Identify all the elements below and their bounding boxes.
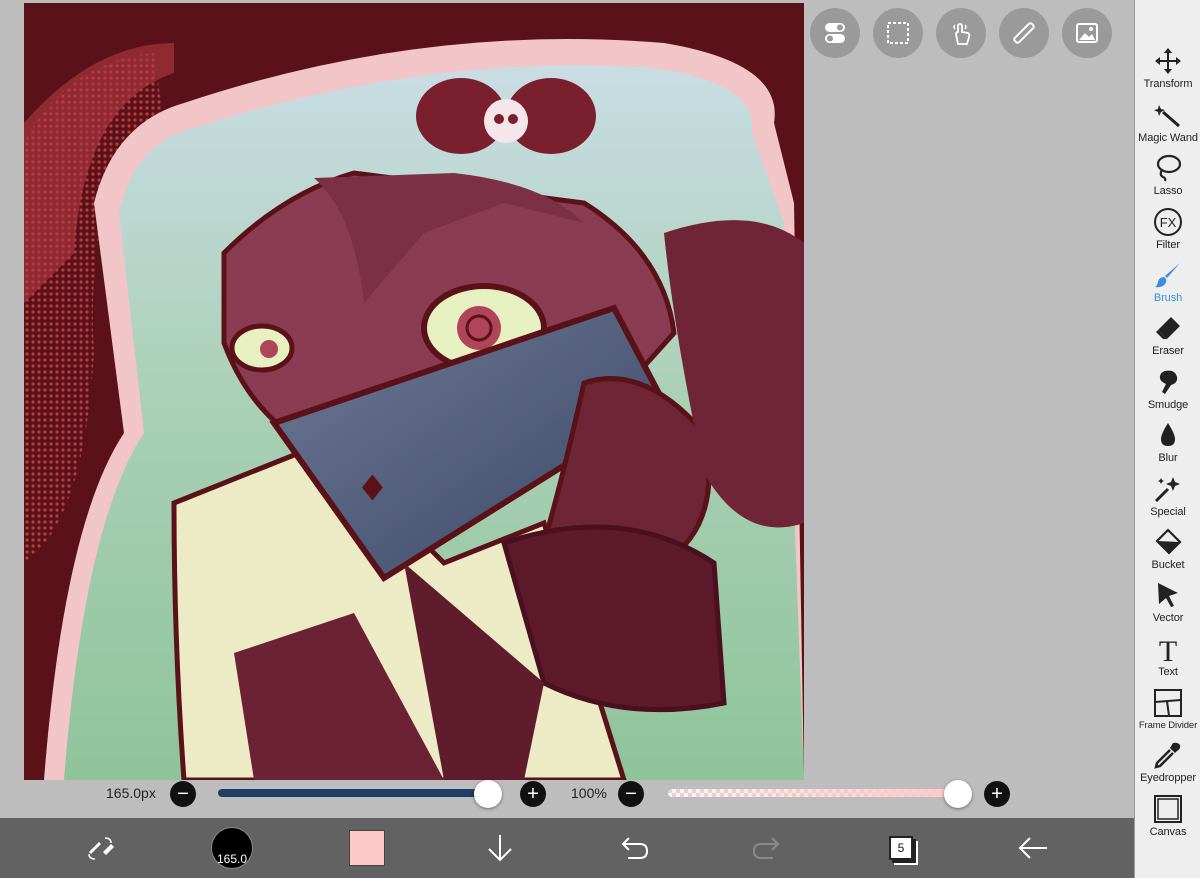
plus-icon: +	[991, 783, 1003, 805]
lasso-icon	[1156, 155, 1182, 182]
brush-size-preview: 165.0	[211, 827, 253, 869]
tool-lasso[interactable]: Lasso	[1135, 147, 1200, 200]
bucket-icon	[1155, 528, 1182, 555]
top-tool-buttons	[810, 8, 1112, 58]
artwork	[24, 3, 804, 780]
size-slider-knob[interactable]	[474, 780, 503, 808]
opacity-increase-button[interactable]: +	[984, 781, 1010, 807]
touch-gesture-button[interactable]	[936, 8, 986, 58]
size-decrease-button[interactable]: −	[170, 781, 196, 807]
svg-text:T: T	[1159, 635, 1177, 664]
size-slider-track[interactable]	[218, 789, 494, 797]
drop-icon	[1161, 423, 1175, 447]
color-picker-button[interactable]	[348, 828, 386, 868]
brush-size-value: 165.0px	[106, 785, 156, 801]
svg-text:FX: FX	[1160, 215, 1177, 230]
tool-label: Frame Divider	[1138, 720, 1198, 732]
tool-label: Brush	[1153, 291, 1183, 304]
canvas-icon	[1154, 794, 1182, 823]
eraser-icon	[1156, 317, 1180, 340]
tool-smudge[interactable]: Smudge	[1135, 360, 1200, 413]
undo-button[interactable]	[617, 828, 651, 868]
tool-label: Lasso	[1153, 185, 1183, 198]
plus-icon: +	[527, 783, 539, 805]
tool-brush[interactable]: Brush	[1135, 254, 1200, 307]
frame-divider-icon	[1154, 689, 1182, 718]
tool-label: Special	[1150, 505, 1186, 518]
tool-canvas[interactable]: Canvas	[1135, 787, 1200, 840]
import-button[interactable]	[483, 828, 517, 868]
opacity-slider-knob[interactable]	[944, 780, 972, 808]
tool-label: Magic Wand	[1138, 131, 1198, 144]
tool-transform[interactable]: Transform	[1135, 40, 1200, 93]
opacity-value: 100%	[571, 785, 607, 801]
brush-slider-row: 165.0px − + 100% − +	[0, 780, 1134, 818]
back-button[interactable]	[1015, 828, 1051, 868]
selection-button[interactable]	[873, 8, 923, 58]
ruler-icon	[1013, 22, 1035, 44]
move-icon	[1155, 48, 1181, 75]
minus-icon: −	[177, 783, 189, 805]
cursor-icon	[1158, 583, 1178, 608]
brush-eraser-swap-button[interactable]	[84, 828, 118, 868]
tool-label: Eraser	[1152, 345, 1184, 358]
text-icon: T	[1159, 635, 1177, 664]
tool-label: Canvas	[1149, 825, 1187, 838]
current-color-swatch	[349, 830, 385, 866]
tool-label: Vector	[1152, 612, 1184, 625]
tool-label: Blur	[1158, 452, 1178, 465]
brush-size-text: 165.0	[216, 852, 248, 866]
sparkle-icon	[1154, 476, 1180, 502]
eyedropper-icon	[1154, 743, 1181, 770]
tool-label: Bucket	[1151, 558, 1185, 571]
fx-icon: FX	[1154, 207, 1182, 236]
size-increase-button[interactable]: +	[520, 781, 546, 807]
brush-icon	[1155, 262, 1180, 288]
tool-bucket[interactable]: Bucket	[1135, 521, 1200, 574]
smudge-icon	[1159, 370, 1178, 394]
tool-label: Filter	[1156, 238, 1180, 251]
tool-label: Transform	[1143, 78, 1193, 91]
tool-magic-wand[interactable]: Magic Wand	[1135, 93, 1200, 146]
tool-special[interactable]: Special	[1135, 467, 1200, 520]
tool-label: Smudge	[1147, 398, 1189, 411]
tool-frame-divider[interactable]: Frame Divider	[1135, 681, 1200, 734]
tool-label: Eyedropper	[1140, 772, 1196, 785]
hand-touch-icon	[953, 23, 971, 45]
swap-tools-icon	[88, 837, 114, 860]
redo-button[interactable]	[750, 828, 784, 868]
undo-icon	[621, 837, 649, 859]
drawing-canvas[interactable]	[24, 3, 804, 780]
image-button[interactable]	[1062, 8, 1112, 58]
tool-vector[interactable]: Vector	[1135, 574, 1200, 627]
minus-icon: −	[625, 783, 637, 805]
tool-filter[interactable]: FX Filter	[1135, 200, 1200, 253]
dashed-select-icon	[887, 22, 909, 44]
tool-label: Text	[1158, 665, 1178, 678]
tool-eyedropper[interactable]: Eyedropper	[1135, 734, 1200, 787]
arrow-left-icon	[1018, 837, 1047, 859]
image-icon	[1076, 23, 1098, 43]
opacity-slider-track[interactable]	[668, 789, 958, 797]
arrow-down-icon	[488, 835, 512, 862]
layer-count: 5	[897, 841, 905, 855]
layers-button[interactable]: 5	[884, 828, 918, 868]
tool-sidebar: Transform Magic Wand Lasso FX Filter Bru…	[1134, 0, 1200, 878]
magic-wand-icon	[1154, 104, 1180, 127]
toggle-panels-button[interactable]	[810, 8, 860, 58]
brush-size-button[interactable]: 165.0	[210, 827, 254, 869]
toggle-icon	[825, 23, 845, 43]
ruler-button[interactable]	[999, 8, 1049, 58]
opacity-decrease-button[interactable]: −	[618, 781, 644, 807]
bottom-toolbar: 165.0 5	[0, 818, 1134, 878]
tool-text[interactable]: T Text	[1135, 627, 1200, 680]
tool-eraser[interactable]: Eraser	[1135, 307, 1200, 360]
layers-icon: 5	[889, 836, 913, 860]
redo-icon	[752, 837, 780, 859]
tool-blur[interactable]: Blur	[1135, 414, 1200, 467]
